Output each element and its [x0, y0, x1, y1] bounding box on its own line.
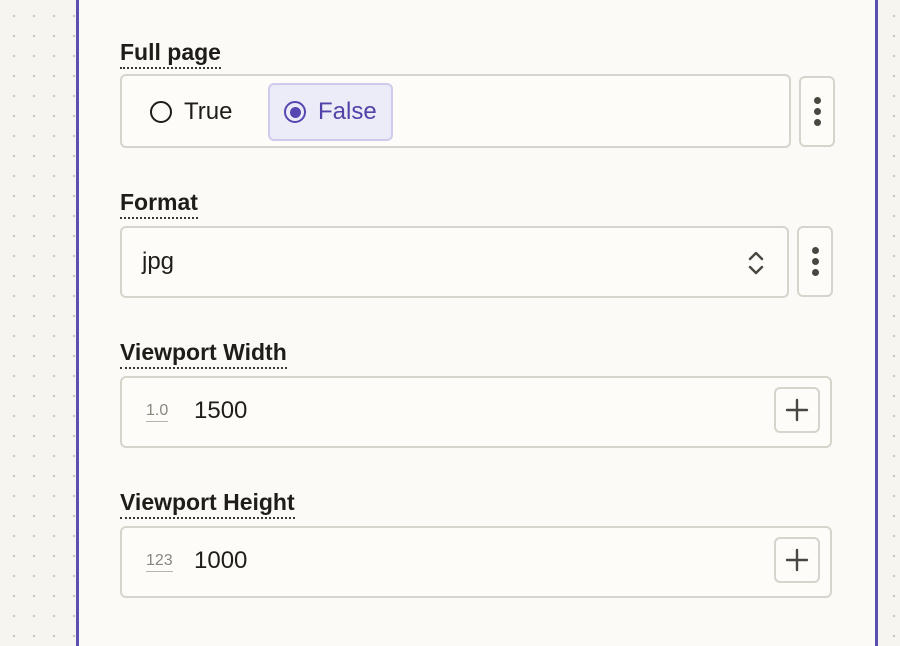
field-viewport-height: Viewport Height 123 1000 [120, 488, 832, 598]
radio-unchecked-icon [150, 101, 172, 123]
radio-checked-icon [284, 101, 306, 123]
plus-icon [785, 398, 809, 422]
radio-label-false: False [318, 98, 377, 125]
radio-option-true[interactable]: True [136, 83, 246, 141]
format-select-value: jpg [142, 248, 175, 275]
form-panel: Full page True False Format jpg Viewport… [76, 0, 878, 646]
field-label-full-page: Full page [120, 38, 221, 69]
field-label-format: Format [120, 188, 198, 219]
field-label-viewport-height: Viewport Height [120, 488, 295, 519]
field-format: Format jpg [120, 188, 833, 298]
format-more-button[interactable] [797, 226, 833, 297]
more-vertical-icon [811, 247, 819, 254]
integer-type-icon: 123 [146, 552, 173, 572]
viewport-height-input[interactable]: 123 1000 [120, 526, 832, 598]
field-full-page: Full page True False [120, 38, 835, 192]
full-page-radio-group: True False [120, 74, 791, 148]
radio-option-false[interactable]: False [268, 83, 393, 141]
more-vertical-icon [813, 97, 821, 104]
viewport-height-add-button[interactable] [774, 537, 820, 583]
full-page-more-button[interactable] [799, 76, 835, 147]
format-select[interactable]: jpg [120, 226, 789, 298]
viewport-width-value: 1500 [194, 397, 248, 424]
radio-label-true: True [184, 98, 233, 125]
field-label-viewport-width: Viewport Width [120, 338, 287, 369]
chevron-up-down-icon [748, 251, 764, 275]
plus-icon [785, 548, 809, 572]
decimal-type-icon: 1.0 [146, 402, 169, 422]
viewport-width-add-button[interactable] [774, 387, 820, 433]
viewport-height-value: 1000 [194, 547, 248, 574]
field-viewport-width: Viewport Width 1.0 1500 [120, 338, 832, 448]
viewport-width-input[interactable]: 1.0 1500 [120, 376, 832, 448]
